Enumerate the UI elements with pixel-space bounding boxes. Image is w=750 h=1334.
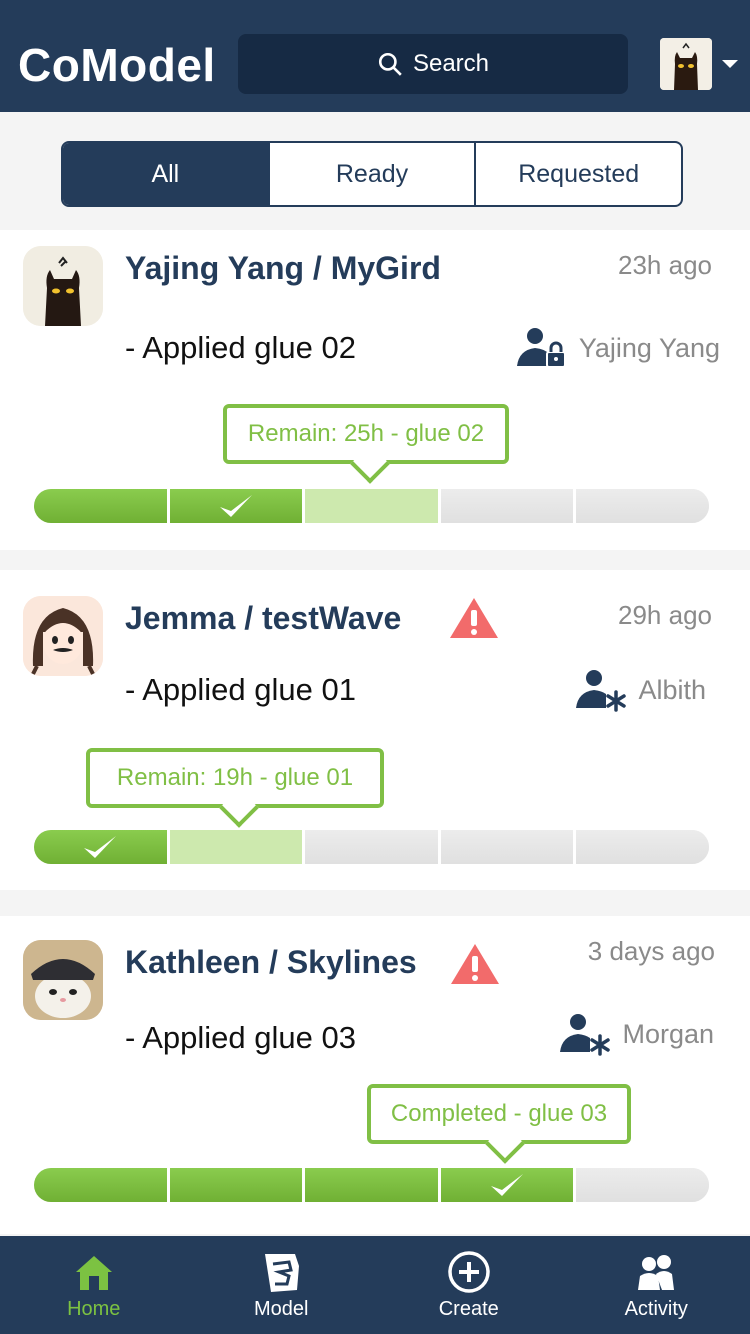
card-assignee: Yajing Yang xyxy=(515,326,720,370)
filter-all[interactable]: All xyxy=(63,143,270,205)
progress-segment xyxy=(169,1168,306,1202)
account-dropdown-caret[interactable] xyxy=(722,60,738,68)
progress-segment xyxy=(440,1168,577,1202)
nav-label: Home xyxy=(67,1297,121,1320)
users-icon xyxy=(638,1254,675,1290)
user-avatar[interactable] xyxy=(660,38,712,90)
progress-segment xyxy=(305,830,441,864)
user-asterisk-icon xyxy=(576,670,627,712)
card-step: - Applied glue 01 xyxy=(125,672,356,707)
progress-segment xyxy=(34,830,170,864)
filter-ready[interactable]: Ready xyxy=(270,143,477,205)
warning-icon xyxy=(451,944,499,984)
check-icon xyxy=(84,836,117,858)
filter-requested[interactable]: Requested xyxy=(476,143,681,205)
progress-segment xyxy=(169,830,306,864)
progress-segment xyxy=(576,1168,709,1202)
project-card[interactable]: Kathleen / Skylines 3 days ago - Applied… xyxy=(0,916,750,1234)
progress-segment xyxy=(576,489,709,523)
remaining-tooltip: Remain: 25h - glue 02 xyxy=(223,404,509,464)
card-title[interactable]: Kathleen / Skylines xyxy=(125,944,417,981)
avatar xyxy=(23,246,103,326)
model-icon xyxy=(265,1253,300,1292)
project-card[interactable]: Jemma / testWave 29h ago - Applied glue … xyxy=(0,570,750,890)
plus-circle-icon xyxy=(448,1250,490,1293)
progress-segment xyxy=(34,489,170,523)
search-label: Search xyxy=(412,50,490,77)
progress-bar xyxy=(34,830,709,864)
progress-segment xyxy=(169,489,306,523)
filter-segmented-control: All Ready Requested xyxy=(61,141,683,207)
card-title[interactable]: Jemma / testWave xyxy=(125,600,401,637)
avatar xyxy=(23,596,103,676)
nav-label: Model xyxy=(254,1297,309,1320)
check-icon xyxy=(491,1174,524,1196)
card-assignee: Morgan xyxy=(558,1012,714,1056)
card-title[interactable]: Yajing Yang / MyGird xyxy=(125,250,441,287)
progress-bar xyxy=(34,1168,709,1202)
progress-bar xyxy=(34,489,709,523)
user-asterisk-icon xyxy=(560,1014,611,1056)
home-icon xyxy=(75,1255,112,1290)
warning-icon xyxy=(450,598,498,638)
search-button[interactable]: Search xyxy=(238,34,628,94)
nav-home[interactable]: Home xyxy=(0,1236,188,1334)
nav-create[interactable]: Create xyxy=(375,1236,563,1334)
progress-segment xyxy=(440,830,577,864)
nav-label: Activity xyxy=(624,1297,688,1320)
card-timestamp: 29h ago xyxy=(618,600,712,630)
project-card[interactable]: Yajing Yang / MyGird 23h ago - Applied g… xyxy=(0,230,750,550)
bottom-nav: Home Model Create Activity xyxy=(0,1236,750,1334)
progress-segment xyxy=(305,1168,441,1202)
app-logo: CoModel xyxy=(18,39,216,91)
completed-tooltip: Completed - glue 03 xyxy=(367,1084,631,1144)
card-timestamp: 23h ago xyxy=(618,250,712,280)
cat-avatar-image xyxy=(660,38,712,90)
assignee-name: Yajing Yang xyxy=(578,332,720,363)
nav-model[interactable]: Model xyxy=(188,1236,376,1334)
check-icon xyxy=(219,495,252,517)
progress-segment xyxy=(440,489,577,523)
avatar xyxy=(23,940,103,1020)
progress-segment xyxy=(305,489,441,523)
user-lock-icon xyxy=(516,328,566,368)
assignee-name: Morgan xyxy=(622,1018,714,1049)
card-timestamp: 3 days ago xyxy=(587,936,715,966)
search-icon xyxy=(378,52,402,76)
nav-activity[interactable]: Activity xyxy=(563,1236,750,1334)
progress-segment xyxy=(576,830,709,864)
assignee-name: Albith xyxy=(638,674,706,705)
card-assignee: Albith xyxy=(574,668,706,712)
card-step: - Applied glue 03 xyxy=(125,1020,356,1055)
progress-segment xyxy=(34,1168,170,1202)
app-header: CoModel Search xyxy=(0,0,750,112)
remaining-tooltip: Remain: 19h - glue 01 xyxy=(86,748,384,808)
card-step: - Applied glue 02 xyxy=(125,330,356,365)
nav-label: Create xyxy=(438,1297,499,1320)
